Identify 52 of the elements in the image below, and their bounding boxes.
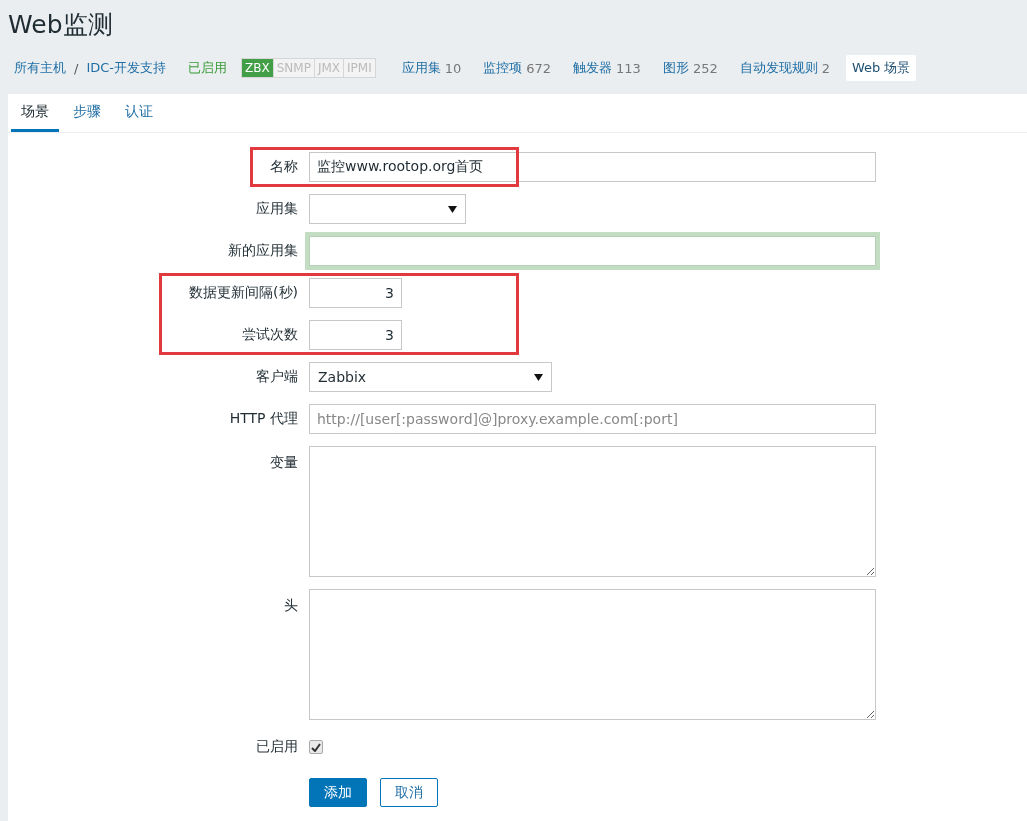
input-field[interactable]: 3 — [309, 278, 402, 308]
nav-link[interactable]: 触发器 113 — [567, 55, 647, 81]
nav-link-label: 图形 — [662, 59, 689, 77]
tab[interactable]: 步骤 — [63, 94, 111, 132]
availability-tag: ZBX — [242, 59, 273, 77]
field-label: 尝试次数 — [241, 326, 298, 344]
text-area[interactable] — [309, 589, 876, 720]
availability-tag: IPMI — [343, 59, 375, 77]
nav-link[interactable]: 监控项 672 — [477, 55, 558, 81]
nav-link[interactable]: Web 场景 — [846, 55, 917, 81]
input-field[interactable]: http://[user[:password]@]proxy.example.com[:port] — [309, 404, 876, 434]
field-label: HTTP 代理 — [228, 410, 298, 428]
input-field[interactable]: 监控www.rootop.org首页 — [309, 152, 876, 182]
field-label: 数据更新间隔(秒) — [188, 284, 298, 302]
field-label: 应用集 — [255, 200, 298, 218]
nav-link[interactable]: 图形 252 — [656, 55, 724, 81]
field-label: 头 — [283, 596, 298, 615]
breadcrumb-link[interactable]: 所有主机 — [14, 59, 66, 77]
breadcrumb-separator: / — [74, 60, 79, 76]
nav-link-label: 自动发现规则 — [739, 59, 818, 77]
nav-link-label: 应用集 — [401, 59, 441, 77]
add-button[interactable]: 添加 — [309, 778, 367, 807]
nav-link-count: 113 — [616, 60, 641, 76]
field-label: 客户端 — [255, 368, 298, 386]
availability-tag: SNMP — [272, 59, 314, 77]
dropdown[interactable] — [309, 194, 466, 224]
nav-link-count: 10 — [444, 60, 462, 76]
caret-icon — [534, 373, 543, 381]
input-field[interactable]: 3 — [309, 320, 402, 350]
breadcrumb-link[interactable]: IDC-开发支持 — [86, 59, 166, 77]
nav-link-label: Web 场景 — [852, 59, 911, 77]
page-title: Web监测 — [8, 8, 114, 41]
nav-link-label: 监控项 — [483, 59, 523, 77]
availability-tag: JMX — [313, 59, 343, 77]
field-label: 变量 — [269, 453, 298, 472]
tab[interactable]: 认证 — [115, 94, 163, 132]
field-label: 名称 — [269, 158, 298, 176]
tab[interactable]: 场景 — [11, 94, 59, 132]
host-status: 已启用 — [188, 59, 227, 77]
nav-link-count: 2 — [821, 60, 830, 76]
dropdown[interactable]: Zabbix — [309, 362, 552, 392]
field-label: 新的应用集 — [227, 242, 298, 260]
field-label: 已启用 — [255, 738, 298, 756]
text-area[interactable] — [309, 446, 876, 577]
checkbox[interactable] — [309, 740, 323, 754]
nav-link-label: 触发器 — [573, 59, 613, 77]
nav-link-count: 252 — [692, 60, 718, 76]
nav-link-count: 672 — [526, 60, 552, 76]
nav-link[interactable]: 应用集 10 — [395, 55, 468, 81]
caret-icon — [448, 205, 457, 213]
cancel-button[interactable]: 取消 — [380, 778, 438, 807]
nav-link[interactable]: 自动发现规则 2 — [733, 55, 836, 81]
